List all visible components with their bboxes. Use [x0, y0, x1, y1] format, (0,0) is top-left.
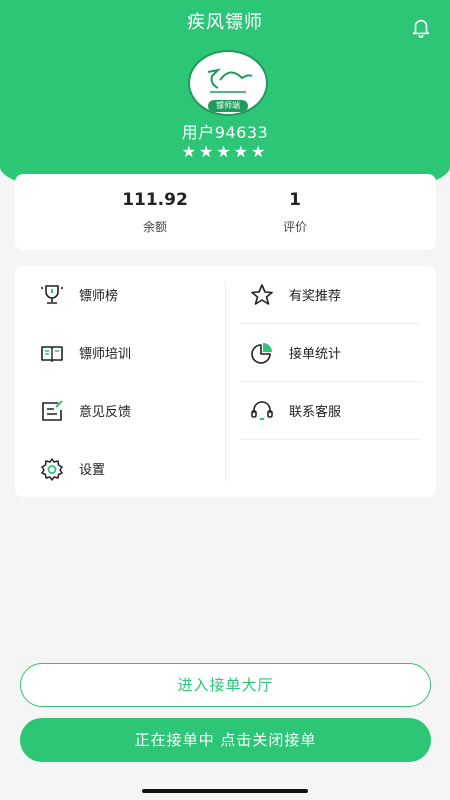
menu-item-training[interactable]: 镖师培训 — [15, 324, 205, 381]
menu-label: 有奖推荐 — [289, 289, 342, 304]
rating-stat[interactable]: 1 评价 — [225, 190, 365, 235]
avatar-tag: 镖师端 — [208, 100, 248, 112]
menu-item-settings[interactable]: 设置 — [15, 440, 205, 497]
rating-value: 1 — [289, 190, 301, 210]
menu-label: 接单统计 — [289, 347, 342, 362]
menu-divider — [240, 439, 421, 440]
menu-label: 镖师培训 — [79, 347, 132, 362]
headset-icon — [251, 400, 273, 420]
menu-item-order-stats[interactable]: 接单统计 — [225, 324, 415, 381]
home-indicator — [142, 789, 308, 793]
avatar[interactable]: 镖师端 — [188, 50, 268, 116]
menu-item-feedback[interactable]: 意见反馈 — [15, 382, 205, 439]
feedback-icon — [42, 399, 63, 421]
book-icon — [41, 345, 63, 362]
rating-stars: ★★★★★ — [181, 142, 269, 161]
balance-label: 余额 — [142, 220, 167, 234]
menu-label: 意见反馈 — [79, 405, 132, 420]
rating-label: 评价 — [282, 220, 307, 234]
menu-item-referral[interactable]: 有奖推荐 — [225, 266, 415, 323]
trophy-icon — [41, 284, 63, 304]
menu-label: 镖师榜 — [79, 289, 119, 304]
menu-item-leaderboard[interactable]: 镖师榜 — [15, 266, 205, 323]
balance-stat[interactable]: 111.92 余额 — [85, 190, 225, 235]
page-title: 疾风镖师 — [187, 12, 263, 33]
stats-card: 111.92 余额 1 评价 — [15, 174, 436, 250]
menu-label: 联系客服 — [289, 405, 342, 420]
menu-label: 设置 — [79, 463, 106, 478]
enter-order-hall-button[interactable]: 进入接单大厅 — [20, 663, 431, 707]
bell-icon[interactable] — [410, 16, 432, 38]
menu-card: 镖师榜 有奖推荐 镖师培训 接单统计 意见反馈 联系客服 设置 — [15, 266, 436, 497]
star-icon — [251, 283, 273, 305]
gear-icon — [41, 457, 63, 481]
pie-chart-icon — [251, 342, 272, 364]
username: 用户94633 — [181, 123, 269, 142]
menu-item-customer-service[interactable]: 联系客服 — [225, 382, 415, 439]
balance-value: 111.92 — [122, 190, 188, 210]
toggle-orders-button[interactable]: 正在接单中 点击关闭接单 — [20, 718, 431, 762]
